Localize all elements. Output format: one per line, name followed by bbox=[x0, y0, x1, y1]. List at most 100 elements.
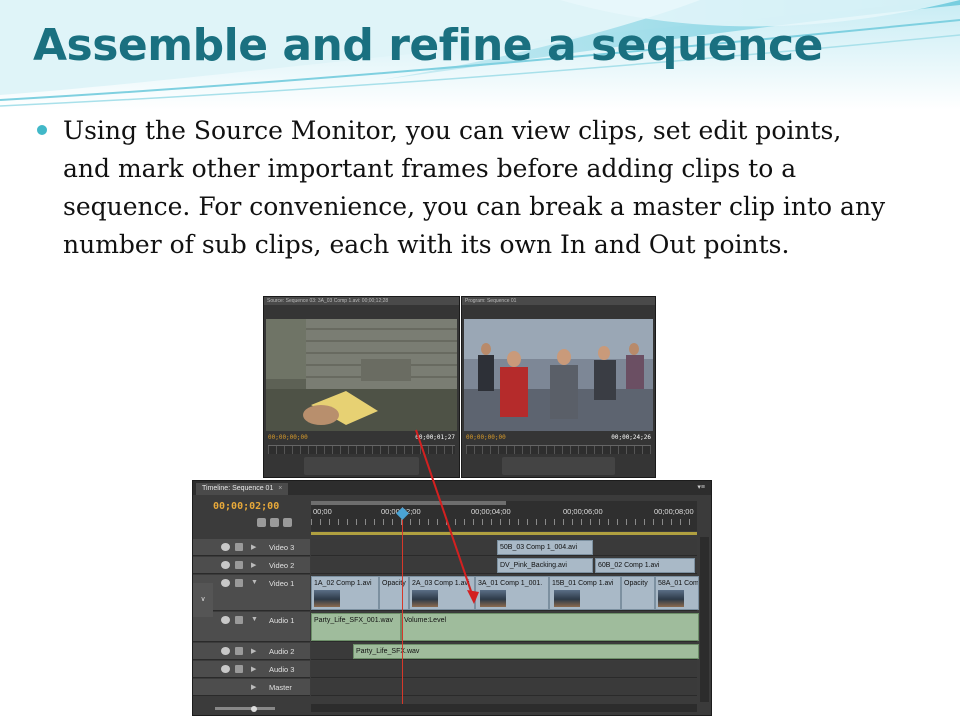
program-timecode-current[interactable]: 00;00;00;00 bbox=[466, 433, 506, 443]
snap-icon[interactable] bbox=[257, 518, 266, 527]
audio-clip[interactable]: Party_Life_SFX_001.wav bbox=[311, 613, 401, 641]
lock-icon[interactable] bbox=[235, 665, 243, 673]
track-area[interactable] bbox=[311, 679, 697, 696]
source-timecode-current[interactable]: 00;00;00;00 bbox=[268, 433, 308, 443]
horizontal-scrollbar[interactable] bbox=[311, 704, 697, 712]
lock-icon[interactable] bbox=[235, 579, 243, 587]
clip-thumbnail bbox=[480, 590, 506, 607]
clip-label: 3A_01 Comp 1_001. bbox=[478, 580, 543, 587]
program-transport-controls[interactable] bbox=[502, 457, 615, 475]
zoom-slider[interactable] bbox=[215, 707, 275, 710]
playhead-line bbox=[402, 507, 403, 705]
work-area-bar[interactable] bbox=[311, 501, 506, 505]
close-icon[interactable]: × bbox=[278, 485, 282, 492]
panel-menu-icon[interactable]: ▾≡ bbox=[697, 483, 705, 491]
clip-effect[interactable]: Opacity bbox=[379, 576, 409, 610]
clip[interactable]: 3A_01 Comp 1_001. bbox=[475, 576, 549, 610]
clip-label: 58A_01 Com bbox=[658, 580, 699, 587]
bullet-text: Using the Source Monitor, you can view c… bbox=[63, 116, 886, 259]
ruler-ticks bbox=[311, 519, 697, 525]
clip[interactable]: 1A_02 Comp 1.avi bbox=[311, 576, 379, 610]
track-audio-1: ▼ Audio 1 Party_Life_SFX_001.wav Volume:… bbox=[193, 612, 699, 642]
program-frame-image bbox=[464, 319, 653, 431]
marker-icon[interactable] bbox=[270, 518, 279, 527]
vertical-scrollbar[interactable] bbox=[700, 537, 709, 702]
lock-icon[interactable] bbox=[235, 647, 243, 655]
track-name: Master bbox=[269, 683, 292, 692]
track-audio-2: ▶ Audio 2 Party_Life_SFX.wav bbox=[193, 643, 699, 660]
track-name: Video 2 bbox=[269, 561, 295, 570]
eye-icon[interactable] bbox=[221, 579, 230, 587]
speaker-icon[interactable] bbox=[221, 665, 230, 673]
lock-icon[interactable] bbox=[235, 543, 243, 551]
ruler-label: 00;00;08;00 bbox=[654, 507, 694, 516]
track-area[interactable]: Party_Life_SFX_001.wav Volume:Level bbox=[311, 612, 699, 642]
track-header: ▶ Video 2 bbox=[193, 557, 310, 574]
ruler-label: 00;00;04;00 bbox=[471, 507, 511, 516]
lock-icon[interactable] bbox=[235, 561, 243, 569]
track-header: ▶ Audio 3 bbox=[193, 661, 310, 678]
expand-triangle-icon[interactable]: ▶ bbox=[251, 647, 256, 655]
program-monitor-frame bbox=[464, 319, 653, 431]
track-header: ▶ Audio 2 bbox=[193, 643, 310, 660]
track-name: Video 1 bbox=[269, 579, 295, 588]
track-name: Audio 2 bbox=[269, 647, 295, 656]
ruler-label: 00;00;06;00 bbox=[563, 507, 603, 516]
track-area[interactable]: 1A_02 Comp 1.avi Opacity 2A_03 Comp 1.av… bbox=[311, 575, 699, 611]
audio-clip-volume[interactable]: Volume:Level bbox=[401, 613, 699, 641]
eye-icon[interactable] bbox=[221, 543, 230, 551]
expand-triangle-icon[interactable]: ▶ bbox=[251, 543, 256, 551]
track-header: ▶ Master bbox=[193, 679, 310, 696]
zoom-slider-handle[interactable] bbox=[251, 706, 257, 712]
expand-triangle-icon[interactable]: ▶ bbox=[251, 561, 256, 569]
track-area[interactable]: 50B_03 Comp 1_004.avi bbox=[311, 539, 697, 556]
program-time-ruler[interactable] bbox=[466, 445, 651, 454]
lock-icon[interactable] bbox=[235, 616, 243, 624]
program-timecode-duration: 00;00;24;26 bbox=[611, 434, 651, 441]
track-video-2: ▶ Video 2 DV_Pink_Backing.avi 60B_02 Com… bbox=[193, 557, 697, 574]
clip[interactable]: 15B_01 Comp 1.avi bbox=[549, 576, 621, 610]
timeline-tab[interactable]: Timeline: Sequence 01 × bbox=[196, 483, 289, 495]
ruler-label: 00;00 bbox=[313, 507, 332, 516]
timeline-panel[interactable]: Timeline: Sequence 01 × ▾≡ 00;00;02;00 0… bbox=[192, 480, 712, 716]
clip-thumbnail bbox=[412, 590, 438, 607]
audio-clip[interactable]: Party_Life_SFX.wav bbox=[353, 644, 699, 659]
track-video-1: ▼ Video 1 1A_02 Comp 1.avi Opacity 2A_03… bbox=[193, 575, 699, 611]
speaker-icon[interactable] bbox=[221, 647, 230, 655]
timeline-timecode[interactable]: 00;00;02;00 bbox=[213, 501, 279, 512]
clip-label: 15B_01 Comp 1.avi bbox=[552, 580, 614, 587]
clip-effect[interactable]: Opacity bbox=[621, 576, 655, 610]
expand-triangle-icon[interactable]: ▶ bbox=[251, 665, 256, 673]
track-master: ▶ Master bbox=[193, 679, 697, 696]
clip[interactable]: DV_Pink_Backing.avi bbox=[497, 558, 593, 573]
clip[interactable]: 2A_03 Comp 1.avi bbox=[409, 576, 475, 610]
clip[interactable]: 58A_01 Com bbox=[655, 576, 699, 610]
clip[interactable]: 50B_03 Comp 1_004.avi bbox=[497, 540, 593, 555]
source-monitor-tab[interactable]: Source: Sequence 03: 3A_03 Comp 1.avi: 0… bbox=[264, 297, 459, 305]
source-monitor[interactable]: Source: Sequence 03: 3A_03 Comp 1.avi: 0… bbox=[263, 296, 460, 478]
timeline-ruler[interactable]: 00;00 00;00;02;00 00;00;04;00 00;00;06;0… bbox=[311, 501, 697, 531]
track-name: Audio 1 bbox=[269, 616, 295, 625]
expand-triangle-icon[interactable]: ▶ bbox=[251, 683, 256, 691]
bullet-icon bbox=[37, 125, 47, 135]
collapse-triangle-icon[interactable]: ▼ bbox=[251, 579, 258, 586]
track-area[interactable]: DV_Pink_Backing.avi 60B_02 Comp 1.avi bbox=[311, 557, 697, 574]
expand-tracks-button[interactable]: ∨ bbox=[193, 583, 213, 617]
program-monitor[interactable]: Program: Sequence 01 00;00;00;00 00;00;2… bbox=[461, 296, 656, 478]
timeline-tab-label: Timeline: Sequence 01 bbox=[202, 485, 274, 492]
clip[interactable]: 60B_02 Comp 1.avi bbox=[595, 558, 695, 573]
source-timecode-duration: 00;00;01;27 bbox=[415, 434, 455, 441]
track-area[interactable] bbox=[311, 661, 697, 678]
keyframe-icon[interactable] bbox=[283, 518, 292, 527]
eye-icon[interactable] bbox=[221, 561, 230, 569]
clip-label: 1A_02 Comp 1.avi bbox=[314, 580, 372, 587]
program-monitor-tab[interactable]: Program: Sequence 01 bbox=[462, 297, 655, 305]
collapse-triangle-icon[interactable]: ▼ bbox=[251, 616, 258, 623]
speaker-icon[interactable] bbox=[221, 616, 230, 624]
timeline-tools bbox=[257, 518, 296, 527]
track-area[interactable]: Party_Life_SFX.wav bbox=[311, 643, 699, 660]
clip-thumbnail bbox=[314, 590, 340, 607]
source-transport-controls[interactable] bbox=[304, 457, 419, 475]
source-time-ruler[interactable] bbox=[268, 445, 455, 454]
source-monitor-frame bbox=[266, 319, 457, 431]
